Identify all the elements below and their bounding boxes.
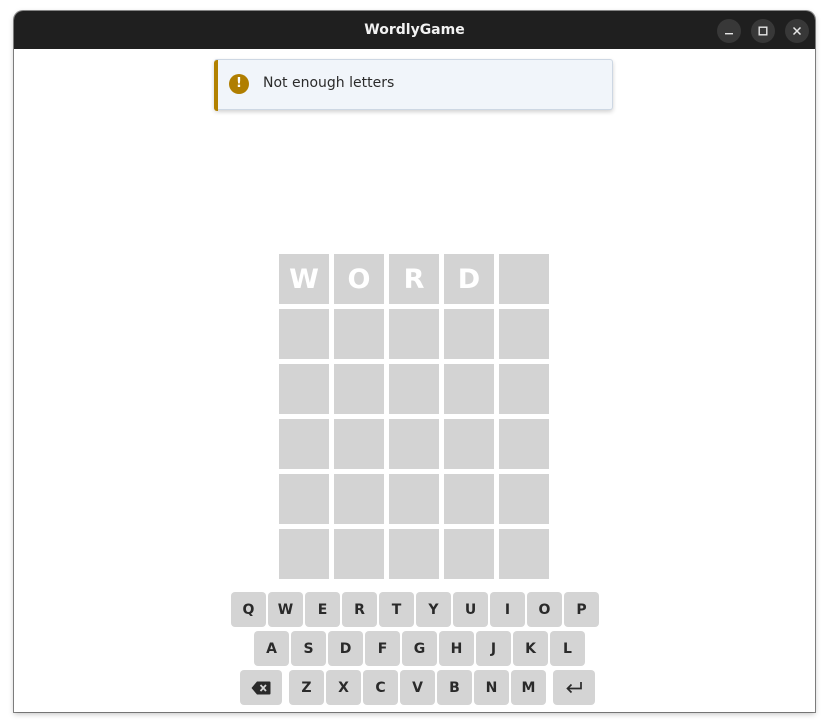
- toast-message: Not enough letters: [263, 75, 395, 91]
- grid-tile: [444, 474, 494, 524]
- grid-tile: [499, 254, 549, 304]
- key-c[interactable]: C: [363, 670, 398, 705]
- grid-tile: [389, 529, 439, 579]
- title-bar[interactable]: WordlyGame: [14, 11, 815, 49]
- grid-tile: [444, 419, 494, 469]
- grid-tile: [279, 474, 329, 524]
- minimize-icon: [725, 33, 733, 35]
- close-button[interactable]: [785, 19, 809, 43]
- key-o[interactable]: O: [527, 592, 562, 627]
- grid-tile: [279, 364, 329, 414]
- grid-tile: R: [389, 254, 439, 304]
- grid-tile: D: [444, 254, 494, 304]
- key-v[interactable]: V: [400, 670, 435, 705]
- grid-tile: [389, 309, 439, 359]
- grid-tile: [334, 529, 384, 579]
- key-e[interactable]: E: [305, 592, 340, 627]
- key-r[interactable]: R: [342, 592, 377, 627]
- grid-tile: [279, 529, 329, 579]
- key-x[interactable]: X: [326, 670, 361, 705]
- grid-tile: [444, 309, 494, 359]
- key-j[interactable]: J: [476, 631, 511, 666]
- key-u[interactable]: U: [453, 592, 488, 627]
- close-icon: [792, 26, 802, 36]
- key-w[interactable]: W: [268, 592, 303, 627]
- key-l[interactable]: L: [550, 631, 585, 666]
- key-z[interactable]: Z: [289, 670, 324, 705]
- key-y[interactable]: Y: [416, 592, 451, 627]
- grid-tile: [499, 364, 549, 414]
- key-k[interactable]: K: [513, 631, 548, 666]
- warning-icon: !: [229, 74, 249, 94]
- key-d[interactable]: D: [328, 631, 363, 666]
- grid-tile: [499, 309, 549, 359]
- notification-toast: ! Not enough letters: [214, 59, 613, 111]
- grid-tile: [334, 364, 384, 414]
- grid-tile: [334, 419, 384, 469]
- grid-tile: [334, 309, 384, 359]
- grid-tile: [334, 474, 384, 524]
- window-title: WordlyGame: [364, 22, 465, 38]
- key-m[interactable]: M: [511, 670, 546, 705]
- key-p[interactable]: P: [564, 592, 599, 627]
- grid-tile: [499, 419, 549, 469]
- grid-tile: [279, 309, 329, 359]
- enter-key[interactable]: [553, 670, 595, 705]
- backspace-key[interactable]: [240, 670, 282, 705]
- grid-tile: [499, 529, 549, 579]
- key-a[interactable]: A: [254, 631, 289, 666]
- enter-icon: [566, 681, 582, 693]
- key-b[interactable]: B: [437, 670, 472, 705]
- letter-grid: W O R D: [279, 254, 549, 579]
- grid-tile: [499, 474, 549, 524]
- keyboard-row-1: Q W E R T Y U I O P: [231, 592, 601, 627]
- grid-tile: [279, 419, 329, 469]
- keyboard-row-3: Z X C V B N M: [240, 670, 597, 705]
- key-h[interactable]: H: [439, 631, 474, 666]
- app-window: WordlyGame ! Not enough letters W O R D: [14, 11, 815, 712]
- maximize-icon: [758, 26, 768, 36]
- key-n[interactable]: N: [474, 670, 509, 705]
- toast-accent-bar: [214, 60, 218, 111]
- minimize-button[interactable]: [717, 19, 741, 43]
- key-f[interactable]: F: [365, 631, 400, 666]
- grid-tile: W: [279, 254, 329, 304]
- key-g[interactable]: G: [402, 631, 437, 666]
- key-t[interactable]: T: [379, 592, 414, 627]
- grid-tile: [444, 364, 494, 414]
- key-q[interactable]: Q: [231, 592, 266, 627]
- key-i[interactable]: I: [490, 592, 525, 627]
- maximize-button[interactable]: [751, 19, 775, 43]
- grid-tile: [389, 474, 439, 524]
- key-s[interactable]: S: [291, 631, 326, 666]
- grid-tile: [389, 419, 439, 469]
- grid-tile: O: [334, 254, 384, 304]
- grid-tile: [444, 529, 494, 579]
- grid-tile: [389, 364, 439, 414]
- keyboard-row-2: A S D F G H J K L: [254, 631, 587, 666]
- backspace-icon: [251, 681, 271, 694]
